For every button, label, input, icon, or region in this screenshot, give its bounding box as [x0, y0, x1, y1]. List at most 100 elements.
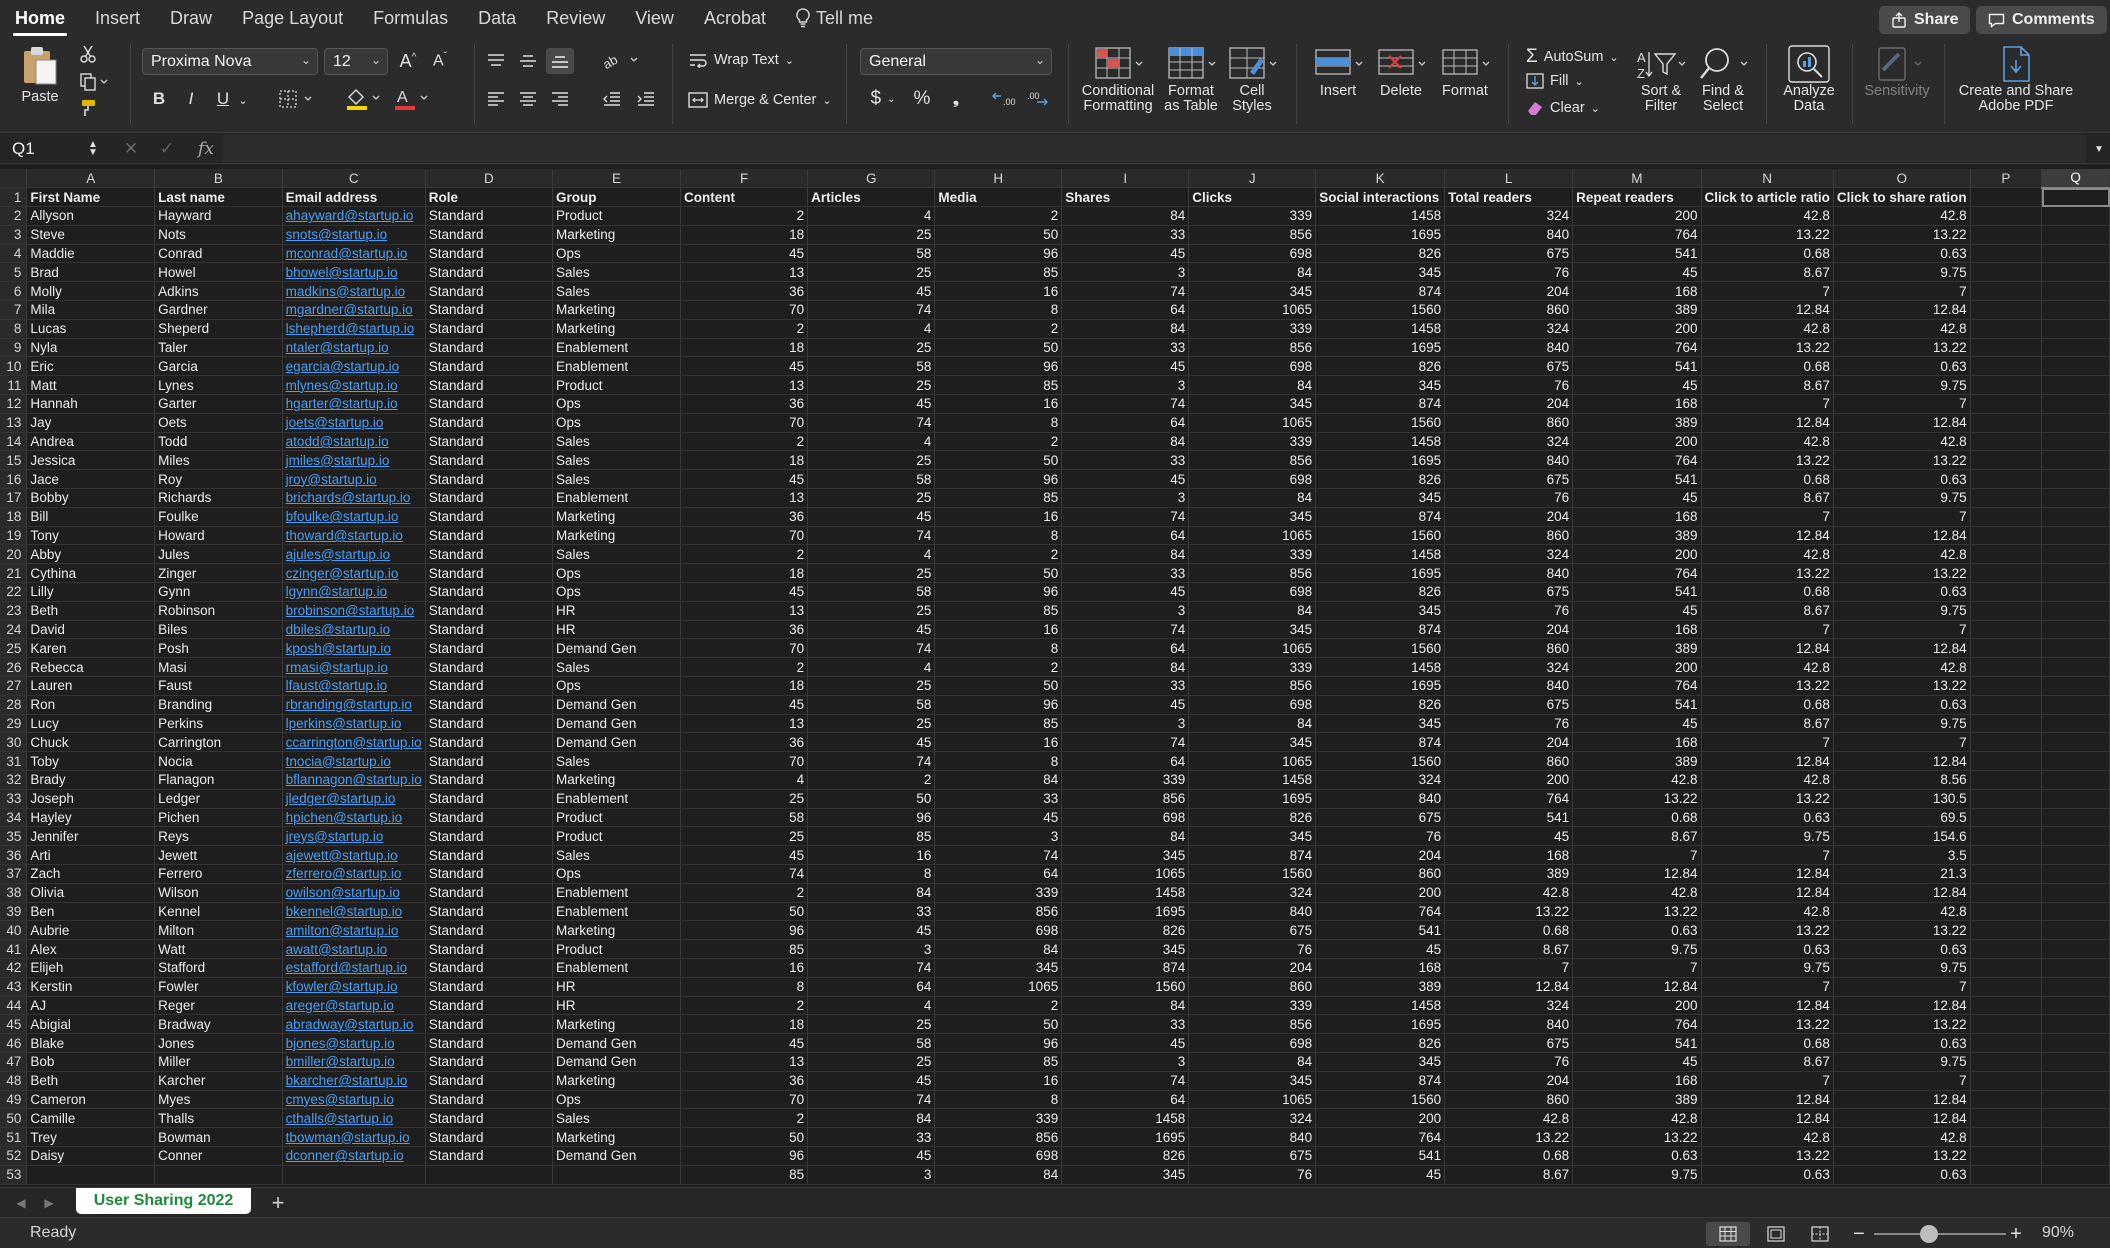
cell[interactable]: 13	[680, 262, 809, 283]
cell[interactable]: 50	[680, 902, 809, 922]
cell[interactable]: Standard	[425, 864, 554, 884]
cell[interactable]: Group	[552, 187, 681, 208]
cell[interactable]: 675	[1444, 244, 1574, 264]
cell[interactable]: Standard	[425, 488, 554, 508]
cell[interactable]	[1970, 413, 2043, 433]
tab-review[interactable]: Review	[531, 0, 620, 36]
cell[interactable]: 200	[1572, 657, 1702, 678]
cell[interactable]: 16	[934, 1071, 1063, 1091]
row-number[interactable]: 32	[0, 770, 28, 790]
column-header[interactable]: N	[1701, 169, 1834, 189]
insert-cells-button[interactable]: Insert	[1306, 44, 1370, 99]
cell[interactable]: 764	[1315, 1127, 1446, 1147]
orientation-button[interactable]: ab	[600, 48, 644, 72]
tab-formulas[interactable]: Formulas	[358, 0, 463, 36]
cell[interactable]: 42.8	[1833, 1127, 1971, 1147]
row-number[interactable]: 29	[0, 714, 28, 734]
cell[interactable]	[2041, 262, 2110, 283]
cell[interactable]: 12.84	[1701, 300, 1834, 320]
cell[interactable]: lgynn@startup.io	[282, 582, 426, 602]
cell[interactable]: mconrad@startup.io	[282, 244, 426, 264]
cell[interactable]	[1970, 883, 2043, 903]
row-number[interactable]: 36	[0, 845, 28, 865]
cell[interactable]: Milton	[154, 920, 283, 941]
row-number[interactable]: 17	[0, 488, 28, 508]
cell[interactable]: Standard	[425, 450, 554, 471]
cell[interactable]: 16	[934, 281, 1063, 302]
cell[interactable]: Click to article ratio	[1701, 187, 1834, 208]
name-box[interactable]: Q1	[0, 135, 100, 162]
cell[interactable]: 168	[1572, 1071, 1702, 1091]
cell[interactable]: Lauren	[26, 676, 156, 696]
cell[interactable]: 826	[1061, 920, 1190, 941]
cell[interactable]: 13.22	[1701, 1014, 1834, 1035]
cell[interactable]: Ops	[552, 676, 681, 696]
cell[interactable]: 7	[1701, 845, 1834, 865]
cell[interactable]: 874	[1315, 620, 1446, 640]
cell[interactable]: 85	[934, 601, 1063, 621]
column-header[interactable]: D	[425, 169, 554, 189]
align-middle-button[interactable]	[516, 50, 540, 72]
cell[interactable]: 345	[1315, 262, 1446, 283]
row-number[interactable]: 6	[0, 281, 28, 302]
cell[interactable]: 856	[1061, 789, 1190, 809]
copy-button[interactable]	[78, 72, 112, 92]
cell[interactable]: First Name	[26, 187, 156, 208]
cell[interactable]: 3	[1061, 601, 1190, 621]
cell[interactable]: 0.68	[1701, 244, 1834, 264]
expand-formula-bar-icon[interactable]: ▼	[2092, 139, 2106, 159]
cell[interactable]: 74	[807, 751, 936, 771]
cell[interactable]: 3	[1061, 262, 1190, 283]
cell[interactable]	[1970, 319, 2043, 339]
cell[interactable]	[1970, 620, 2043, 640]
cell[interactable]	[2041, 1052, 2110, 1072]
insert-function-icon[interactable]: fx	[194, 138, 218, 160]
cell[interactable]: 13.22	[1572, 1127, 1702, 1147]
cell[interactable]: 84	[807, 883, 936, 903]
cell[interactable]: 168	[1572, 732, 1702, 753]
cell[interactable]: 874	[1188, 845, 1317, 865]
cell[interactable]: 45	[1572, 714, 1702, 734]
borders-button[interactable]	[278, 88, 318, 110]
cell[interactable]: Standard	[425, 281, 554, 302]
cell[interactable]: 826	[1061, 1146, 1190, 1166]
cell[interactable]: Lucy	[26, 714, 156, 734]
cell[interactable]	[1970, 300, 2043, 320]
cell[interactable]: 856	[1188, 225, 1317, 245]
cell[interactable]: 7	[1701, 732, 1834, 753]
cell[interactable]: 64	[1061, 526, 1190, 546]
cell[interactable]: Biles	[154, 620, 283, 640]
cell[interactable]	[1970, 1165, 2043, 1185]
cell[interactable]: 1458	[1315, 657, 1446, 678]
cell[interactable]: snots@startup.io	[282, 225, 426, 245]
cell[interactable]: 13	[680, 488, 809, 508]
cell[interactable]: Standard	[425, 225, 554, 245]
cell[interactable]: 74	[807, 413, 936, 433]
cell[interactable]: 13.22	[1701, 563, 1834, 584]
cell[interactable]: 13.22	[1572, 789, 1702, 809]
cell[interactable]: 96	[680, 920, 809, 941]
row-number[interactable]: 5	[0, 262, 28, 283]
cell[interactable]: 9.75	[1833, 375, 1971, 396]
cell[interactable]: 74	[807, 526, 936, 546]
row-number[interactable]: 2	[0, 206, 28, 226]
align-left-button[interactable]	[484, 88, 508, 110]
column-header[interactable]: F	[680, 169, 809, 189]
row-number[interactable]: 51	[0, 1127, 28, 1147]
cell[interactable]: Demand Gen	[552, 1052, 681, 1072]
cell[interactable]: 698	[934, 1146, 1063, 1166]
cell[interactable]: Abigial	[26, 1014, 156, 1035]
cell[interactable]: 45	[1061, 244, 1190, 264]
cell[interactable]: Hannah	[26, 394, 156, 414]
cell[interactable]	[2041, 413, 2110, 433]
align-top-button[interactable]	[484, 50, 508, 72]
cell[interactable]: 45	[1315, 1165, 1446, 1185]
cell[interactable]: 76	[1444, 375, 1574, 396]
column-header[interactable]: C	[282, 169, 426, 189]
cell[interactable]: Karen	[26, 638, 156, 659]
cell[interactable]: 389	[1572, 413, 1702, 433]
cell[interactable]: Branding	[154, 695, 283, 715]
cell[interactable]	[2041, 469, 2110, 490]
column-header[interactable]: Q	[2041, 169, 2110, 189]
cell[interactable]: 7	[1701, 507, 1834, 527]
